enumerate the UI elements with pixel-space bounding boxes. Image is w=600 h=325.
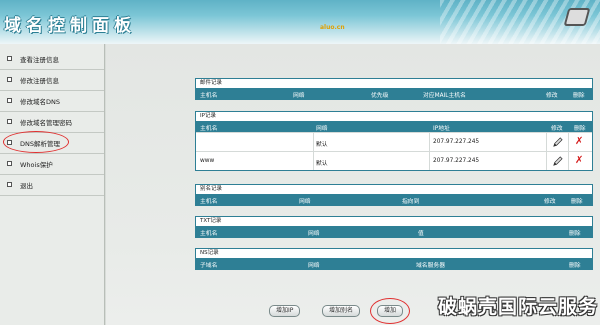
column-header: 域名服务器 xyxy=(416,263,445,269)
table-row: www 默认 207.97.227.245 ✗ xyxy=(196,151,592,170)
ns-record-section: NS记录 子域名 网络 域名服务器 删除 xyxy=(195,248,593,270)
section-title: IP记录 xyxy=(200,113,216,119)
pencil-icon[interactable] xyxy=(552,137,563,148)
sidebar-item-edit-dns[interactable]: 修改域名DNS xyxy=(0,91,104,112)
top-header: 域名控制面板 aluo.cn xyxy=(0,0,600,44)
ip-record-section: IP记录 主机名 网络 IP地址 修改 删除 默认 207.97.227.245… xyxy=(195,111,593,171)
column-header: 删除 xyxy=(571,199,583,205)
column-header: 值 xyxy=(418,231,424,237)
column-header: 修改 xyxy=(546,93,558,99)
column-header: 网络 xyxy=(308,263,320,269)
sidebar-item-logout[interactable]: 退出 xyxy=(0,175,104,196)
section-title: NS记录 xyxy=(200,250,219,256)
sidebar-item-label: 修改域名DNS xyxy=(20,98,60,106)
column-header: 优先级 xyxy=(371,93,389,99)
section-title: 别名记录 xyxy=(200,186,223,192)
sidebar-item-label: 查看注册信息 xyxy=(20,56,59,64)
ip-cell: 207.97.227.245 xyxy=(433,158,480,164)
column-header: 主机名 xyxy=(200,93,218,99)
network-cell: 默认 xyxy=(316,161,328,167)
sidebar-item-edit-password[interactable]: 修改域名管理密码 xyxy=(0,112,104,133)
add-alias-button[interactable]: 增加别名 xyxy=(322,305,361,317)
sidebar-item-view-registration[interactable]: 查看注册信息 xyxy=(0,49,104,70)
column-header: 网络 xyxy=(293,93,305,99)
bullet-icon xyxy=(7,182,12,187)
network-cell: 默认 xyxy=(316,142,328,148)
column-header: 网络 xyxy=(316,126,328,132)
table-row: 默认 207.97.227.245 ✗ xyxy=(196,132,592,151)
sidebar-item-label: 退出 xyxy=(20,182,33,190)
column-header: 删除 xyxy=(573,93,585,99)
column-header: 主机名 xyxy=(200,126,218,132)
column-header: 删除 xyxy=(569,263,581,269)
sidebar-item-label: DNS解析管理 xyxy=(20,140,60,148)
bullet-icon xyxy=(7,161,12,166)
bullet-icon xyxy=(7,98,12,103)
pencil-icon[interactable] xyxy=(552,156,563,167)
column-header: 指向到 xyxy=(402,199,420,205)
table-header: 主机名 网络 指向到 修改 删除 xyxy=(196,194,592,205)
column-header: 修改 xyxy=(551,126,563,132)
column-header: 网络 xyxy=(308,231,320,237)
bullet-icon xyxy=(7,77,12,82)
column-header: 对应MAIL主机名 xyxy=(423,93,466,99)
ip-cell: 207.97.227.245 xyxy=(433,139,480,145)
host-cell: www xyxy=(200,158,215,164)
bullet-icon xyxy=(7,140,12,145)
section-title: TXT记录 xyxy=(200,218,222,224)
x-icon[interactable]: ✗ xyxy=(575,155,583,166)
page-title: 域名控制面板 xyxy=(4,16,136,36)
main-content: 邮件记录 主机名 网络 优先级 对应MAIL主机名 修改 删除 IP记录 主机名… xyxy=(106,44,600,325)
x-icon[interactable]: ✗ xyxy=(575,136,583,147)
column-header: IP地址 xyxy=(433,126,450,132)
column-header: 删除 xyxy=(574,126,586,132)
sidebar-item-edit-registration[interactable]: 修改注册信息 xyxy=(0,70,104,91)
alias-record-section: 别名记录 主机名 网络 指向到 修改 删除 xyxy=(195,184,593,206)
mail-record-section: 邮件记录 主机名 网络 优先级 对应MAIL主机名 修改 删除 xyxy=(195,78,593,100)
txt-record-section: TXT记录 主机名 网络 值 删除 xyxy=(195,216,593,238)
section-title: 邮件记录 xyxy=(200,80,223,86)
column-header: 主机名 xyxy=(200,231,218,237)
bullet-icon xyxy=(7,56,12,61)
bullet-icon xyxy=(7,119,12,124)
column-header: 修改 xyxy=(544,199,556,205)
header-domain: aluo.cn xyxy=(320,24,345,31)
table-header: 主机名 网络 IP地址 修改 删除 xyxy=(196,121,592,132)
sidebar-item-whois-protection[interactable]: Whois保护 xyxy=(0,154,104,175)
add-record-button[interactable]: 增加 xyxy=(377,305,404,317)
column-header: 子域名 xyxy=(200,263,218,269)
table-header: 主机名 网络 值 删除 xyxy=(196,226,592,237)
sidebar: 查看注册信息 修改注册信息 修改域名DNS 修改域名管理密码 DNS解析管理 W… xyxy=(0,44,105,325)
sidebar-item-label: Whois保护 xyxy=(20,161,53,169)
table-header: 主机名 网络 优先级 对应MAIL主机名 修改 删除 xyxy=(196,88,592,99)
column-header: 网络 xyxy=(299,199,311,205)
column-header: 删除 xyxy=(569,231,581,237)
column-header: 主机名 xyxy=(200,199,218,205)
sidebar-item-label: 修改注册信息 xyxy=(20,77,59,85)
sidebar-item-dns-management[interactable]: DNS解析管理 xyxy=(0,133,104,154)
add-ip-button[interactable]: 增加IP xyxy=(269,305,301,317)
table-header: 子域名 网络 域名服务器 删除 xyxy=(196,258,592,269)
sidebar-item-label: 修改域名管理密码 xyxy=(20,119,72,127)
watermark-text: 破蜗壳国际云服务 xyxy=(437,296,598,318)
